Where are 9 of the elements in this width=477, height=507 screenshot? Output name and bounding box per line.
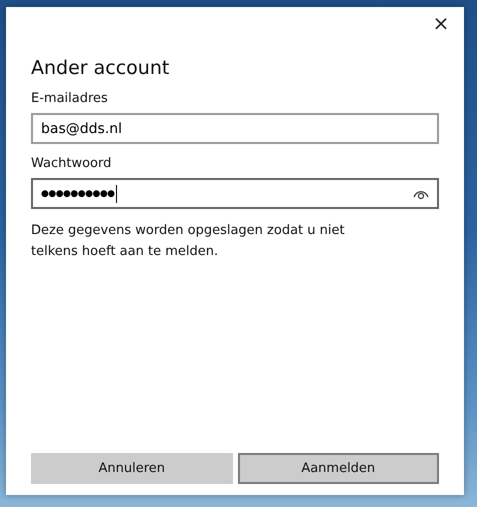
- close-button[interactable]: ×: [426, 9, 456, 37]
- password-field[interactable]: ●●●●●●●●●●: [31, 178, 439, 209]
- cancel-button[interactable]: Annuleren: [31, 453, 232, 484]
- field-label: Wachtwoord: [31, 156, 112, 171]
- email-field[interactable]: bas@dds.nl: [31, 113, 439, 144]
- sign-in-button[interactable]: Aanmelden: [238, 453, 439, 484]
- field-label: E-mailadres: [31, 91, 109, 106]
- dialog-title: Ander account: [31, 57, 170, 79]
- info-text: Deze gegevens worden opgeslagen zodat u niet telkens hoeft aan te melden.: [31, 222, 346, 261]
